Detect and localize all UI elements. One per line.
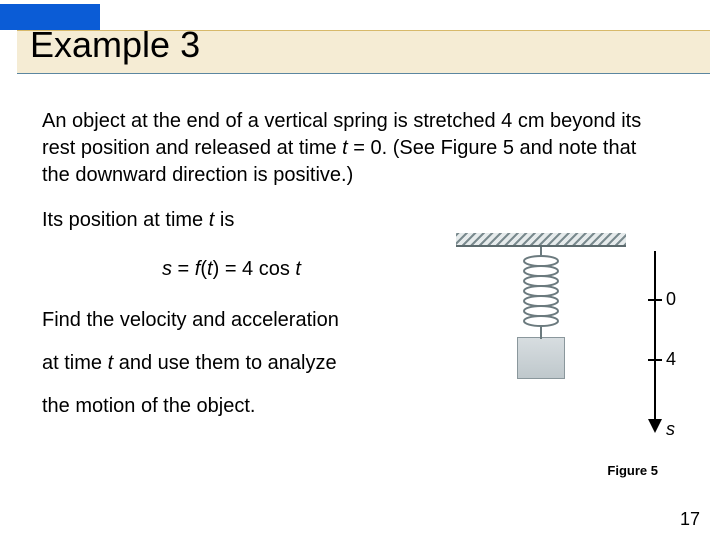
spring-figure: 0 4 s	[456, 233, 686, 468]
ceiling-hatch	[456, 233, 626, 247]
figure-caption: Figure 5	[607, 463, 658, 478]
mass-block	[517, 337, 565, 379]
p4-text-b: and use them to analyze	[113, 352, 336, 374]
paragraph-1: An object at the end of a vertical sprin…	[42, 108, 665, 189]
tick-zero	[648, 299, 662, 301]
axis: 0 4 s	[642, 251, 686, 446]
eq-eq2: = 4 cos	[219, 258, 295, 280]
page-number: 17	[680, 509, 700, 530]
paragraph-5: the motion of the object.	[42, 393, 442, 420]
eq-var-s: s	[162, 258, 172, 280]
tick-four	[648, 359, 662, 361]
slide-header: Example 3	[0, 0, 720, 78]
slide-title: Example 3	[30, 24, 200, 66]
spring-diagram	[456, 247, 626, 379]
axis-label-s: s	[666, 419, 675, 440]
axis-line	[654, 251, 656, 421]
p2-text-a: Its position at time	[42, 209, 209, 231]
spring-icon	[517, 247, 565, 339]
arrow-down-icon	[648, 419, 662, 433]
paragraph-2: Its position at time t is	[42, 207, 665, 234]
eq-eq1: =	[172, 258, 195, 280]
axis-label-zero: 0	[666, 289, 676, 310]
eq-var-t2: t	[295, 258, 301, 280]
p2-text-b: is	[214, 209, 234, 231]
p4-text-a: at time	[42, 352, 108, 374]
paragraph-3: Find the velocity and acceleration	[42, 307, 442, 334]
paragraph-4: at time t and use them to analyze	[42, 350, 442, 377]
axis-label-four: 4	[666, 349, 676, 370]
